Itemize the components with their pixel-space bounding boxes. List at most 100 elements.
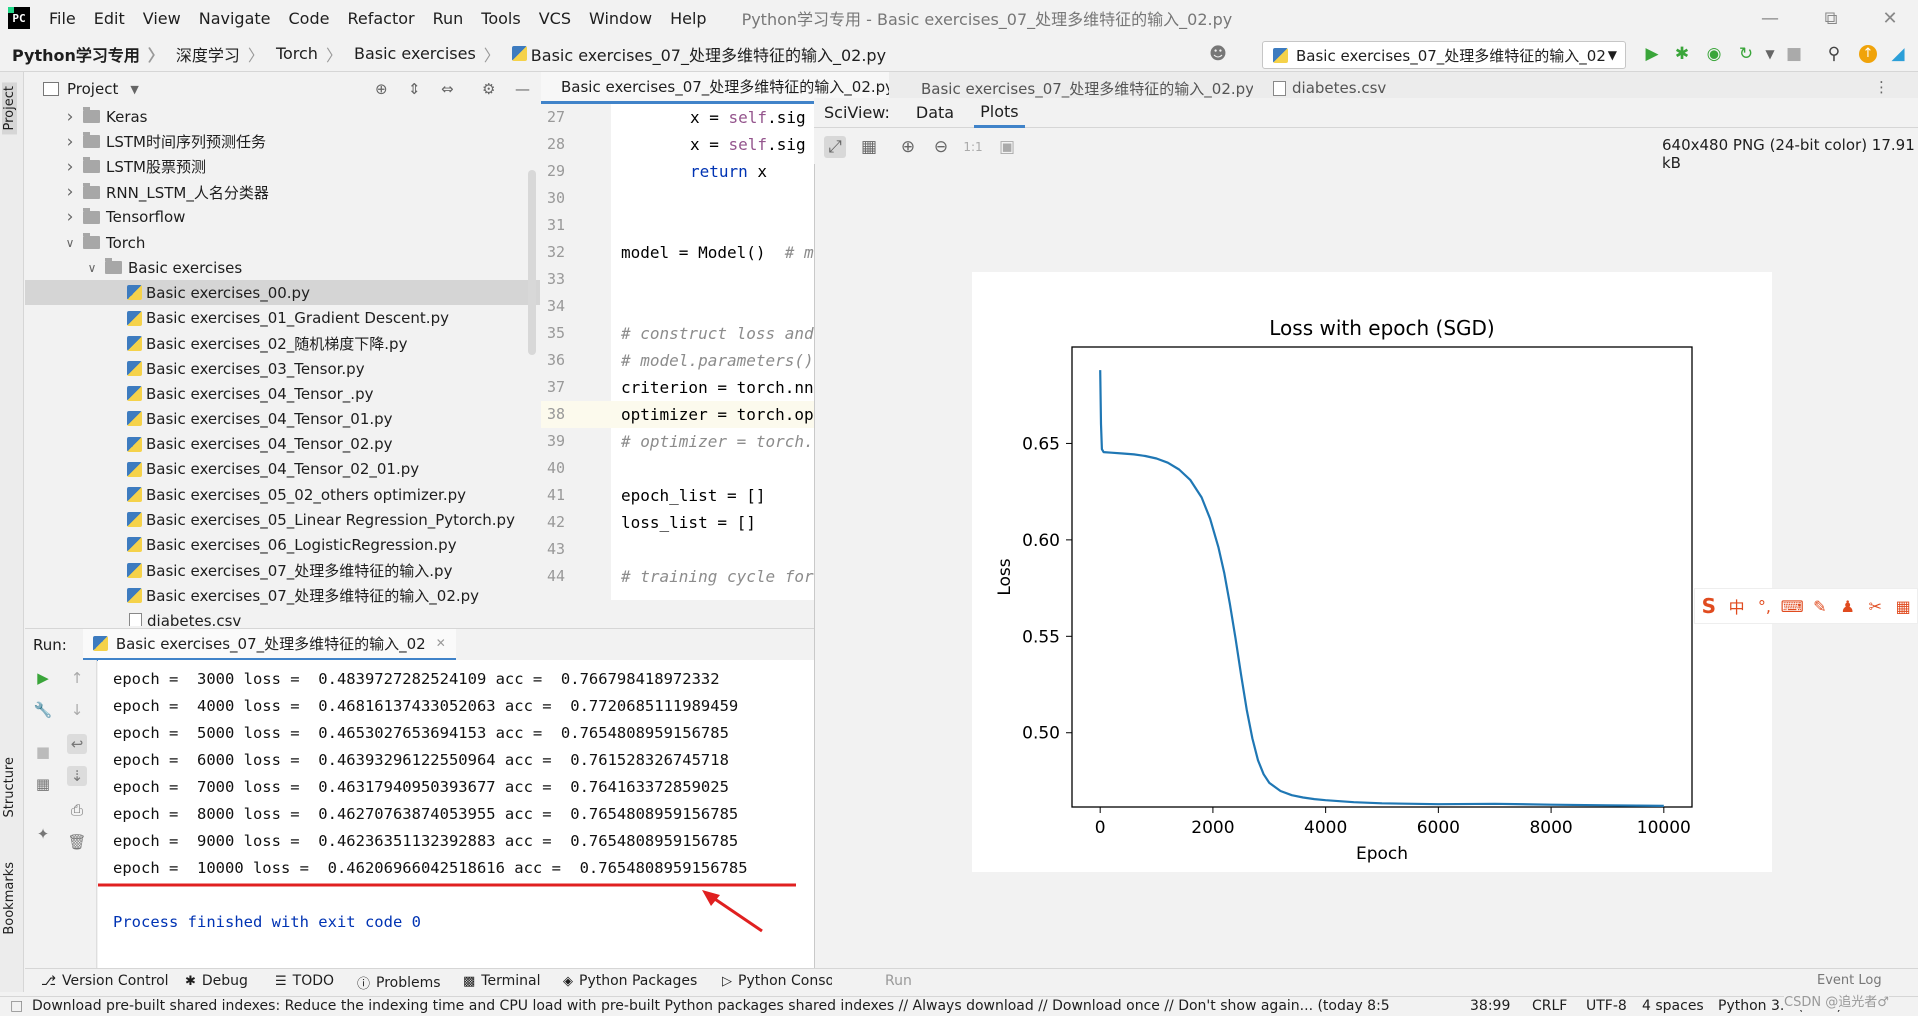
line-separator[interactable]: CRLF — [1532, 998, 1567, 1014]
hide-icon[interactable]: — — [515, 80, 530, 98]
chevron-down-icon[interactable]: ▼ — [1758, 42, 1782, 66]
debug-icon[interactable]: ✱ — [1670, 42, 1694, 66]
tool-version-control[interactable]: ⎇ Version Control — [41, 973, 169, 989]
tab-run-config[interactable]: Basic exercises_07_处理多维特征的输入_02 ✕ — [82, 628, 456, 661]
chevron-down-icon[interactable]: ▼ — [130, 83, 138, 96]
layout-icon[interactable]: ▦ — [33, 774, 53, 794]
chevron-down-icon[interactable]: ∨ — [85, 261, 99, 275]
caret-position[interactable]: 38:99 — [1470, 998, 1510, 1014]
run-icon[interactable]: ▶ — [1640, 42, 1664, 66]
ime-logo-icon[interactable]: S — [1695, 594, 1723, 618]
breadcrumb-project[interactable]: Python学习专用〉 — [0, 42, 164, 66]
menu-view[interactable]: View — [134, 9, 190, 28]
menu-help[interactable]: Help — [661, 9, 715, 28]
ime-chinese-icon[interactable]: 中 — [1723, 594, 1751, 618]
tree-file[interactable]: Basic exercises_04_Tensor_02.py — [25, 432, 540, 457]
tab-plots[interactable]: Plots — [974, 98, 1025, 128]
tree-file[interactable]: Basic exercises_02_随机梯度下降.py — [25, 331, 540, 356]
tree-file[interactable]: Basic exercises_06_LogisticRegression.py — [25, 532, 540, 557]
grid-icon[interactable]: ▦ — [858, 136, 880, 158]
trash-icon[interactable]: 🗑 — [67, 832, 87, 852]
project-scrollbar[interactable] — [528, 170, 536, 355]
menu-refactor[interactable]: Refactor — [338, 9, 423, 28]
chevron-right-icon[interactable]: › — [63, 157, 77, 177]
tree-file[interactable]: Basic exercises_04_Tensor_.py — [25, 381, 540, 406]
bookmarks-tool-tab[interactable]: Bookmarks — [2, 862, 17, 935]
collapse-all-icon[interactable]: ⇔ — [441, 80, 454, 98]
tool-run[interactable]: Run — [885, 973, 912, 989]
menu-navigate[interactable]: Navigate — [190, 9, 280, 28]
tool-todo[interactable]: ☰ TODO — [275, 973, 334, 989]
image-icon[interactable]: ▣ — [996, 136, 1018, 158]
tool-problems[interactable]: ⓘ Problems — [357, 973, 441, 993]
tool-terminal[interactable]: ▩ Terminal — [463, 973, 540, 989]
tool-python-packages[interactable]: ◈ Python Packages — [563, 973, 697, 989]
close-icon[interactable]: ✕ — [436, 636, 446, 650]
run-configuration-select[interactable]: Basic exercises_07_处理多维特征的输入_02 ▼ — [1262, 41, 1626, 69]
zoom-out-icon[interactable]: ⊖ — [930, 136, 952, 158]
menu-vcs[interactable]: VCS — [530, 9, 580, 28]
gear-icon[interactable]: ⚙ — [482, 80, 495, 98]
chevron-right-icon[interactable]: › — [63, 182, 77, 202]
menu-code[interactable]: Code — [280, 9, 339, 28]
close-icon[interactable]: ✕ — [1862, 0, 1918, 36]
tree-folder[interactable]: › Keras — [25, 106, 540, 129]
ime-scissors-icon[interactable]: ✂ — [1862, 597, 1890, 616]
tree-folder[interactable]: › LSTM时间序列预测任务 — [25, 129, 540, 154]
tree-file[interactable]: Basic exercises_07_处理多维特征的输入.py — [25, 558, 540, 583]
search-icon[interactable]: ⚲ — [1822, 42, 1846, 66]
ime-punct-icon[interactable]: °, — [1751, 597, 1779, 616]
user-icon[interactable]: ☻ — [1206, 42, 1230, 66]
stop-icon[interactable]: ■ — [33, 742, 53, 762]
update-icon[interactable]: ↑ — [1856, 42, 1880, 66]
status-message[interactable]: Download pre-built shared indexes: Reduc… — [32, 998, 1450, 1014]
project-panel-title[interactable]: Project — [67, 80, 118, 98]
tool-event-log[interactable]: Event Log — [1817, 973, 1882, 988]
run-console[interactable]: epoch = 3000 loss = 0.4839727282524109 a… — [98, 660, 814, 968]
tool-python-console[interactable]: ▷ Python Console — [722, 973, 832, 989]
restore-icon[interactable]: ⧉ — [1803, 0, 1859, 36]
tree-file[interactable]: Basic exercises_01_Gradient Descent.py — [25, 306, 540, 331]
chevron-right-icon[interactable]: › — [63, 107, 77, 127]
menu-window[interactable]: Window — [580, 9, 661, 28]
breadcrumb-folder[interactable]: Basic exercises 〉 — [342, 42, 500, 66]
profile-icon[interactable]: ↻ — [1734, 42, 1758, 66]
print-icon[interactable]: ⎙ — [67, 800, 87, 820]
tool-debug[interactable]: ✱ Debug — [185, 973, 248, 989]
breadcrumb-folder[interactable]: Torch 〉 — [264, 42, 342, 66]
minimize-icon[interactable]: — — [1742, 0, 1798, 36]
chevron-down-icon[interactable]: ∨ — [63, 236, 77, 250]
tree-folder[interactable]: ∨ Basic exercises — [25, 255, 540, 280]
ime-menu-icon[interactable]: ▦ — [1889, 597, 1917, 616]
menu-run[interactable]: Run — [424, 9, 473, 28]
tree-folder[interactable]: › RNN_LSTM_人名分类器 — [25, 180, 540, 205]
rerun-icon[interactable]: ▶ — [33, 668, 53, 688]
project-tool-tab[interactable]: Project — [2, 82, 17, 135]
menu-edit[interactable]: Edit — [85, 9, 134, 28]
chevron-right-icon[interactable]: › — [63, 207, 77, 227]
expand-all-icon[interactable]: ⇕ — [408, 80, 421, 98]
tree-folder[interactable]: › LSTM股票预测 — [25, 154, 540, 179]
ime-tools-icon[interactable]: ✎ — [1806, 597, 1834, 616]
wrench-icon[interactable]: 🔧 — [33, 700, 53, 720]
tree-file[interactable]: diabetes.csv — [25, 608, 540, 626]
tree-file[interactable]: Basic exercises_05_02_others optimizer.p… — [25, 482, 540, 507]
ime-toolbar[interactable]: S 中 °, ⌨ ✎ ♟ ✂ ▦ — [1694, 588, 1918, 624]
breadcrumb-file[interactable]: Basic exercises_07_处理多维特征的输入_02.py — [500, 42, 886, 66]
structure-tool-tab[interactable]: Structure — [2, 757, 17, 817]
tree-folder[interactable]: › Tensorflow — [25, 205, 540, 230]
soft-wrap-icon[interactable]: ↩ — [67, 734, 87, 754]
ime-user-icon[interactable]: ♟ — [1834, 597, 1862, 616]
scroll-to-end-icon[interactable]: ⇣ — [67, 766, 87, 786]
tree-file[interactable]: Basic exercises_07_处理多维特征的输入_02.py — [25, 583, 540, 608]
stop-icon[interactable]: ■ — [1782, 42, 1806, 66]
arrow-down-icon[interactable]: ↓ — [67, 700, 87, 720]
locate-icon[interactable]: ⊕ — [375, 80, 388, 98]
tree-file[interactable]: Basic exercises_00.py — [25, 280, 540, 306]
menu-tools[interactable]: Tools — [472, 9, 529, 28]
tree-file[interactable]: Basic exercises_04_Tensor_02_01.py — [25, 457, 540, 482]
jetbrains-icon[interactable]: ◢ — [1886, 42, 1910, 66]
code-editor[interactable]: x = self.sig x = self.sig return x model… — [611, 104, 814, 600]
pin-icon[interactable]: ✦ — [33, 824, 53, 844]
indent-setting[interactable]: 4 spaces — [1642, 998, 1704, 1014]
